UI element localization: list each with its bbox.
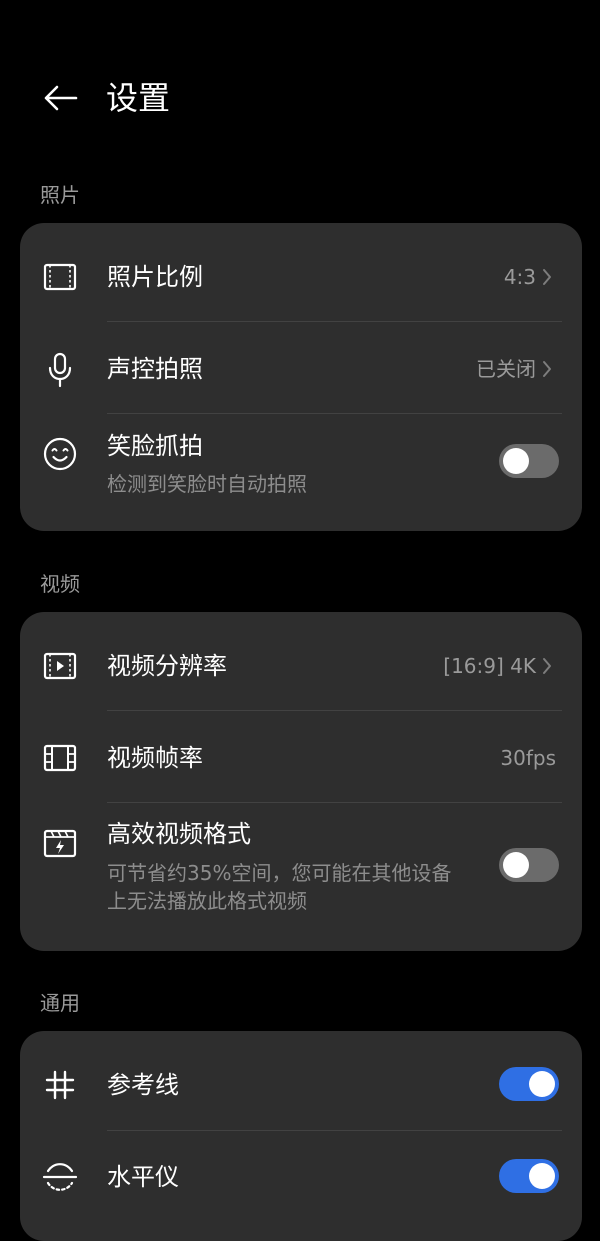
smile-icon xyxy=(40,434,80,474)
frame-rate-value: 30fps xyxy=(500,746,556,770)
setting-label: 照片比例 xyxy=(107,263,203,291)
photo-settings-card: 照片比例 4:3 声控拍照 已关闭 笑脸抓拍 检测到笑脸时自动拍照 xyxy=(20,223,582,531)
setting-label: 声控拍照 xyxy=(107,355,203,383)
top-bar: 设置 xyxy=(0,60,600,140)
back-arrow-icon xyxy=(44,85,78,111)
video-resolution-icon xyxy=(40,646,80,686)
voice-capture-value: 已关闭 xyxy=(476,357,536,381)
setting-row-video-resolution[interactable]: 视频分辨率 [16:9] 4K xyxy=(20,612,582,711)
setting-value: 4:3 xyxy=(504,263,556,291)
setting-label: 笑脸抓拍 xyxy=(107,432,203,460)
setting-row-grid-lines[interactable]: 参考线 xyxy=(20,1031,582,1131)
video-settings-card: 视频分辨率 [16:9] 4K 视频帧率 30fps 高效视频格式 可节省约35… xyxy=(20,612,582,951)
setting-row-frame-rate[interactable]: 视频帧率 30fps xyxy=(20,711,582,803)
setting-row-efficient-format[interactable]: 高效视频格式 可节省约35%空间，您可能在其他设备上无法播放此格式视频 xyxy=(20,803,582,951)
setting-subtitle: 检测到笑脸时自动拍照 xyxy=(107,472,307,496)
setting-label: 视频分辨率 xyxy=(107,652,227,680)
aspect-ratio-icon xyxy=(40,257,80,297)
setting-label: 参考线 xyxy=(107,1071,179,1099)
back-button[interactable] xyxy=(36,78,84,118)
setting-value: 已关闭 xyxy=(476,355,556,383)
aspect-ratio-value: 4:3 xyxy=(503,265,536,289)
setting-row-aspect-ratio[interactable]: 照片比例 4:3 xyxy=(20,223,582,322)
film-strip-icon xyxy=(40,738,80,778)
setting-row-voice-capture[interactable]: 声控拍照 已关闭 xyxy=(20,322,582,414)
setting-subtitle: 可节省约35%空间，您可能在其他设备上无法播放此格式视频 xyxy=(107,861,452,913)
chevron-right-icon xyxy=(542,267,556,287)
setting-label: 高效视频格式 xyxy=(107,820,251,848)
level-icon xyxy=(40,1157,80,1197)
grid-icon xyxy=(40,1065,80,1105)
toggle-knob xyxy=(503,448,529,474)
toggle-knob xyxy=(503,852,529,878)
setting-row-smile-capture[interactable]: 笑脸抓拍 检测到笑脸时自动拍照 xyxy=(20,414,582,531)
section-title-general: 通用 xyxy=(40,991,80,1015)
chevron-right-icon xyxy=(542,656,556,676)
grid-lines-toggle[interactable] xyxy=(499,1067,559,1101)
general-settings-card: 参考线 水平仪 xyxy=(20,1031,582,1241)
efficient-format-toggle[interactable] xyxy=(499,848,559,882)
toggle-knob xyxy=(529,1071,555,1097)
chevron-right-icon xyxy=(542,359,556,379)
setting-row-level[interactable]: 水平仪 xyxy=(20,1131,582,1241)
level-toggle[interactable] xyxy=(499,1159,559,1193)
setting-value: [16:9] 4K xyxy=(443,652,556,680)
page-title: 设置 xyxy=(106,79,171,117)
smile-capture-toggle[interactable] xyxy=(499,444,559,478)
section-title-video: 视频 xyxy=(40,572,80,596)
video-resolution-value: [16:9] 4K xyxy=(443,654,536,678)
setting-value: 30fps xyxy=(500,744,556,772)
setting-label: 视频帧率 xyxy=(107,744,203,772)
toggle-knob xyxy=(529,1163,555,1189)
efficient-format-icon xyxy=(40,823,80,863)
microphone-icon xyxy=(40,350,80,390)
section-title-photo: 照片 xyxy=(40,183,80,207)
setting-label: 水平仪 xyxy=(107,1163,179,1191)
